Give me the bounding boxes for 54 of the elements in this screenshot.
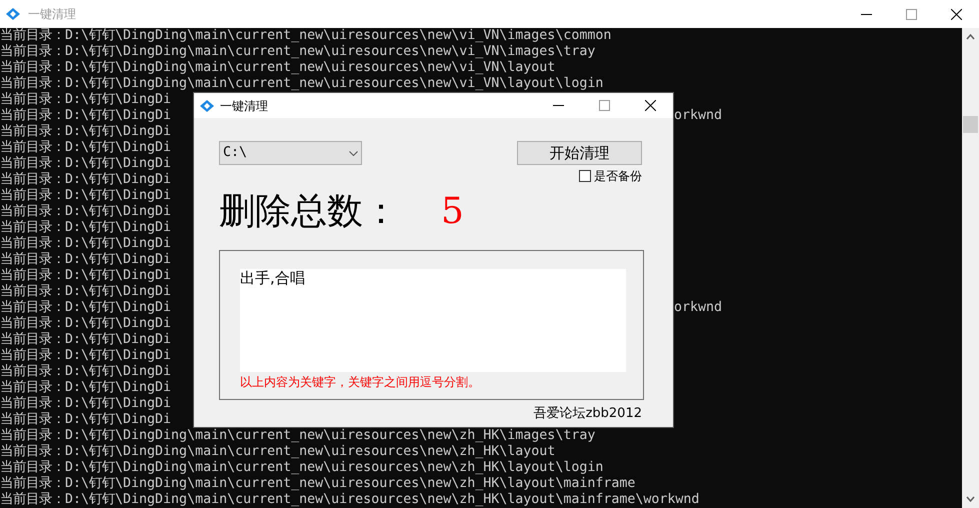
console-line: 当前目录：D:\钉钉\DingDi bbox=[0, 236, 172, 252]
console-line: 当前目录：D:\钉钉\DingDi bbox=[0, 364, 172, 380]
scroll-thumb[interactable] bbox=[963, 116, 978, 133]
drive-dropdown[interactable]: C:\ bbox=[219, 141, 362, 165]
console-line: 当前目录：D:\钉钉\DingDing\main\current_new\uiresources\new\zh_HK\layout bbox=[0, 444, 556, 460]
console-line: orkwnd bbox=[674, 108, 722, 124]
close-icon bbox=[951, 8, 962, 20]
console-line: 当前目录：D:\钉钉\DingDing\main\current_new\uiresources\new\vi_VN\layout bbox=[0, 60, 556, 76]
console-line: 当前目录：D:\钉钉\DingDi bbox=[0, 268, 172, 284]
console-line: 当前目录：D:\钉钉\DingDi bbox=[0, 412, 172, 428]
console-line: 当前目录：D:\钉钉\DingDi bbox=[0, 316, 172, 332]
maximize-icon bbox=[906, 8, 917, 20]
total-count: 5 bbox=[441, 194, 464, 230]
console-line: 当前目录：D:\钉钉\DingDi bbox=[0, 300, 172, 316]
console-line: 当前目录：D:\钉钉\DingDi bbox=[0, 124, 172, 140]
chevron-down-icon bbox=[349, 150, 358, 156]
maximize-icon bbox=[598, 100, 610, 111]
scrollbar[interactable] bbox=[962, 28, 979, 508]
console-line: 当前目录：D:\钉钉\DingDing\main\current_new\uiresources\new\zh_HK\layout\mainframe\workwnd bbox=[0, 492, 700, 508]
start-clean-button[interactable]: 开始清理 bbox=[517, 141, 642, 165]
console-line: 当前目录：D:\钉钉\DingDing\main\current_new\uiresources\new\zh_HK\layout\login bbox=[0, 460, 604, 476]
console-line: 当前目录：D:\钉钉\DingDing\main\current_new\uiresources\new\zh_HK\layout\mainframe bbox=[0, 476, 636, 492]
app-logo-icon bbox=[200, 100, 214, 112]
close-icon bbox=[644, 100, 656, 111]
console-line: 当前目录：D:\钉钉\DingDi bbox=[0, 284, 172, 300]
console-line: 当前目录：D:\钉钉\DingDing\main\current_new\uiresources\new\vi_VN\images\common bbox=[0, 28, 612, 44]
console-line: 当前目录：D:\钉钉\DingDi bbox=[0, 204, 172, 220]
app-logo-icon bbox=[6, 8, 20, 20]
console-line: 当前目录：D:\钉钉\DingDing\main\current_new\uiresources\new\vi_VN\layout\login bbox=[0, 76, 604, 92]
total-label: 删除总数： bbox=[219, 194, 400, 230]
scroll-up-icon bbox=[966, 34, 975, 40]
console-line: 当前目录：D:\钉钉\DingDi bbox=[0, 220, 172, 236]
console-line: 当前目录：D:\钉钉\DingDi bbox=[0, 108, 172, 124]
backup-checkbox[interactable]: 是否备份 bbox=[579, 170, 642, 182]
console-line: 当前目录：D:\钉钉\DingDing\main\current_new\uiresources\new\vi_VN\images\tray bbox=[0, 44, 596, 60]
keywords-hint: 以上内容为关键字，关键字之间用逗号分割。 bbox=[240, 375, 481, 389]
console-line: 当前目录：D:\钉钉\DingDi bbox=[0, 140, 172, 156]
console-line: 当前目录：D:\钉钉\DingDi bbox=[0, 92, 172, 108]
console-line: 当前目录：D:\钉钉\DingDi bbox=[0, 188, 172, 204]
dialog-title: 一键清理 bbox=[220, 98, 268, 114]
console-line: 当前目录：D:\钉钉\DingDi bbox=[0, 172, 172, 188]
console-line: 当前目录：D:\钉钉\DingDi bbox=[0, 252, 172, 268]
console-line: orkwnd bbox=[674, 300, 722, 316]
console-line: 当前目录：D:\钉钉\DingDi bbox=[0, 348, 172, 364]
console-line: 当前目录：D:\钉钉\DingDi bbox=[0, 396, 172, 412]
author-credit: 吾爱论坛zbb2012 bbox=[534, 405, 642, 423]
console-line: 当前目录：D:\钉钉\DingDi bbox=[0, 156, 172, 172]
console-line: 当前目录：D:\钉钉\DingDi bbox=[0, 332, 172, 348]
console-line: 当前目录：D:\钉钉\DingDi bbox=[0, 380, 172, 396]
keywords-field[interactable]: 出手,合唱 bbox=[240, 269, 626, 372]
window-title: 一键清理 bbox=[28, 6, 76, 23]
scroll-down-icon bbox=[966, 496, 975, 502]
minimize-icon bbox=[552, 105, 564, 106]
console-line: 当前目录：D:\钉钉\DingDing\main\current_new\uiresources\new\zh_HK\images\tray bbox=[0, 428, 596, 444]
